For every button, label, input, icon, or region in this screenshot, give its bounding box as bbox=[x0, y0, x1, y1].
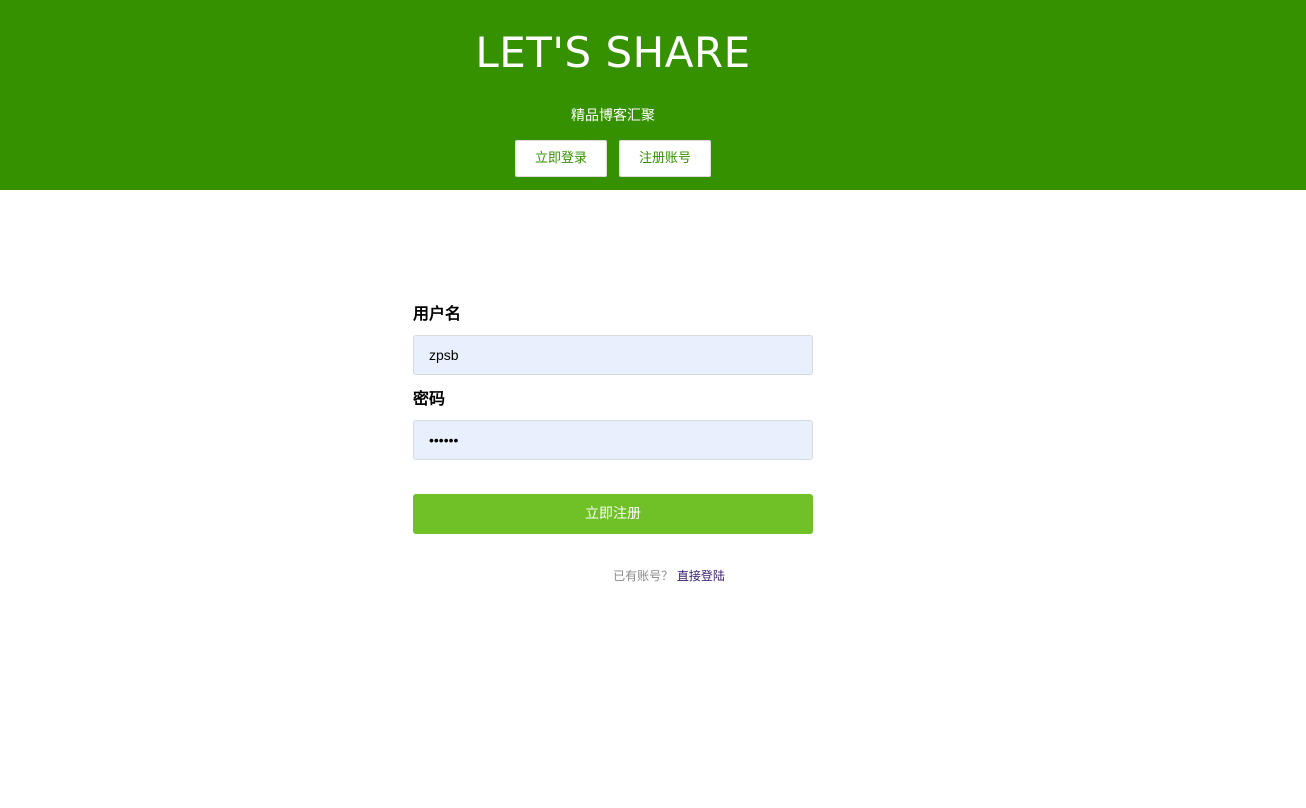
header-banner: LET'S SHARE 精品博客汇聚 立即登录 注册账号 bbox=[0, 0, 1306, 190]
site-subtitle: 精品博客汇聚 bbox=[571, 108, 655, 124]
password-input[interactable] bbox=[413, 420, 813, 460]
login-prompt: 已有账号？ 直接登陆 bbox=[413, 568, 925, 584]
login-prompt-text: 已有账号？ bbox=[613, 569, 674, 583]
site-title: LET'S SHARE bbox=[475, 28, 751, 77]
login-button[interactable]: 立即登录 bbox=[515, 140, 607, 177]
submit-register-button[interactable]: 立即注册 bbox=[413, 494, 813, 534]
register-button[interactable]: 注册账号 bbox=[619, 140, 711, 177]
password-label: 密码 bbox=[413, 389, 446, 408]
username-input[interactable] bbox=[413, 335, 813, 375]
direct-login-link[interactable]: 直接登陆 bbox=[677, 569, 725, 583]
username-label: 用户名 bbox=[413, 304, 462, 323]
